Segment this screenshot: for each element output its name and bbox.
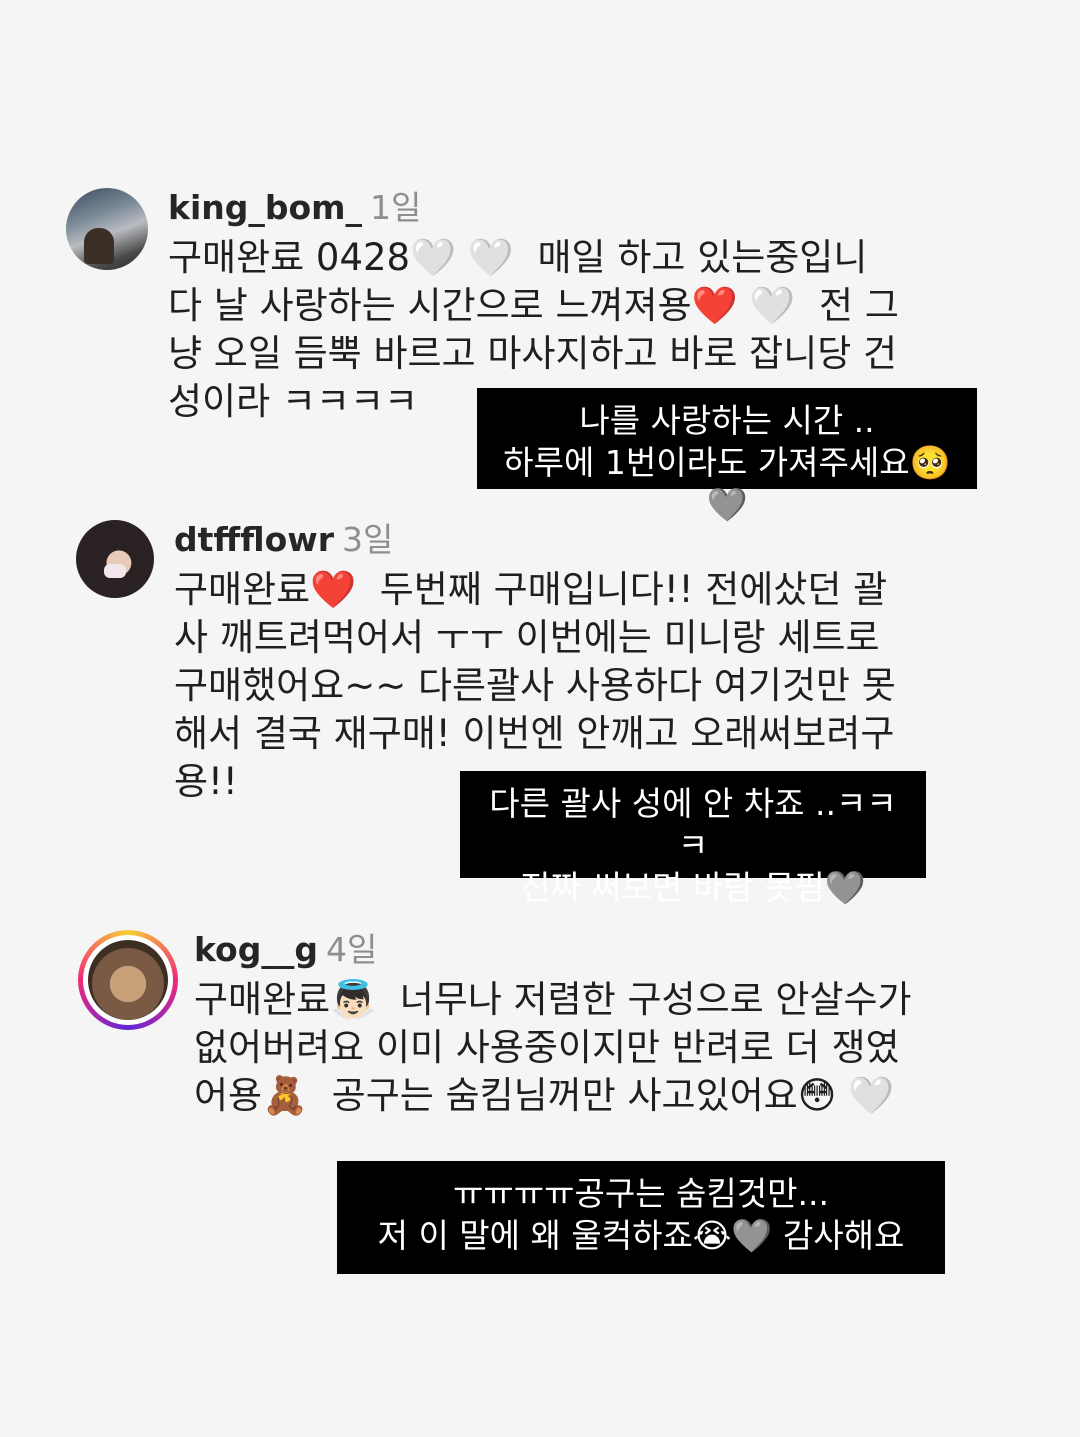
timestamp: 1일	[370, 188, 422, 227]
username[interactable]: dtffflowr	[174, 520, 334, 559]
comment-header: king_bom_ 1일	[168, 188, 899, 228]
comment: kog__g 4일 구매완료👼🏻 너무나 저렴한 구성으로 안살수가 없어버려요 …	[78, 930, 912, 1120]
comment-text: 구매완료❤️ 두번째 구매입니다!! 전에샀던 괄 사 깨트려먹어서 ㅜㅜ 이번…	[174, 568, 896, 803]
comment: dtffflowr 3일 구매완료❤️ 두번째 구매입니다!! 전에샀던 괄 사 …	[76, 520, 896, 806]
story-ring[interactable]	[78, 930, 178, 1030]
avatar[interactable]	[76, 520, 154, 598]
username[interactable]: kog__g	[194, 930, 318, 969]
reply-caption: 다른 괄사 성에 안 차죠 ..ㅋㅋㅋ 진짜 써보면 바람 못핌🩶	[460, 771, 926, 907]
comment-header: dtffflowr 3일	[174, 520, 896, 560]
avatar	[88, 940, 168, 1020]
reply-caption: 나를 사랑하는 시간 .. 하루에 1번이라도 가져주세요🥺🩶	[477, 388, 977, 524]
avatar[interactable]	[66, 188, 148, 270]
comment-header: kog__g 4일	[194, 930, 912, 970]
username[interactable]: king_bom_	[168, 188, 362, 227]
comment-text: 구매완료👼🏻 너무나 저렴한 구성으로 안살수가 없어버려요 이미 사용중이지만…	[194, 978, 912, 1117]
timestamp: 4일	[325, 930, 378, 969]
reply-caption: ㅠㅠㅠㅠ공구는 숨킴것만... 저 이 말에 왜 울컥하죠😭🩶 감사해요	[337, 1161, 945, 1274]
timestamp: 3일	[342, 520, 394, 559]
